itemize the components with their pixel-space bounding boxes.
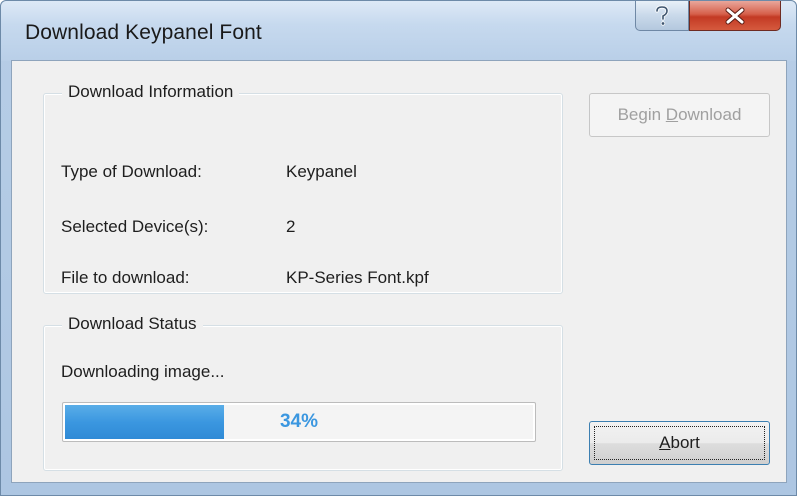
- abort-button[interactable]: Abort: [589, 421, 770, 465]
- selected-devices-value: 2: [286, 217, 296, 236]
- download-progress-bar: 34%: [62, 402, 536, 442]
- type-of-download-value: Keypanel: [286, 162, 357, 181]
- dialog-body: Download Information Type of Download: K…: [11, 60, 787, 483]
- begin-download-label: Begin Download: [617, 105, 742, 124]
- help-button[interactable]: [635, 1, 689, 31]
- file-to-download-value: KP-Series Font.kpf: [286, 268, 429, 287]
- help-icon: [655, 4, 669, 26]
- window-title: Download Keypanel Font: [25, 21, 262, 44]
- download-information-legend: Download Information: [62, 82, 240, 102]
- file-to-download-label: File to download:: [61, 268, 190, 287]
- close-icon: [725, 7, 745, 24]
- type-of-download-label: Type of Download:: [61, 162, 202, 181]
- progress-percent-text: 34%: [279, 411, 319, 432]
- dialog-window: Download Keypanel Font Download Informat…: [0, 0, 797, 496]
- download-status-group: Download Status Downloading image...: [43, 314, 563, 471]
- download-status-legend: Download Status: [62, 314, 203, 334]
- selected-devices-label: Selected Device(s):: [61, 217, 209, 236]
- title-bar[interactable]: Download Keypanel Font: [1, 1, 796, 61]
- close-button[interactable]: [689, 1, 781, 31]
- status-message: Downloading image...: [61, 362, 225, 381]
- abort-label: Abort: [659, 433, 700, 452]
- begin-download-button[interactable]: Begin Download: [589, 93, 770, 137]
- download-information-group: Download Information Type of Download: K…: [43, 82, 563, 294]
